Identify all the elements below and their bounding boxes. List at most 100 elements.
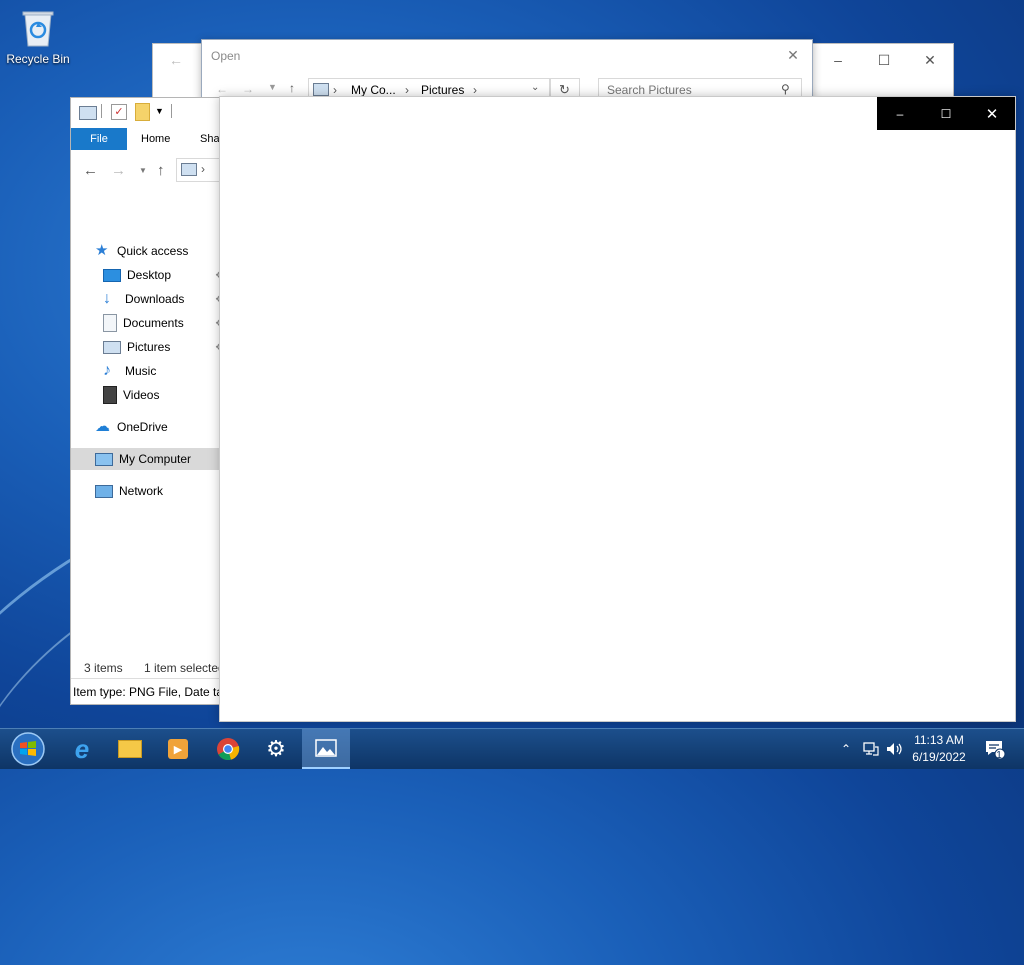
show-hidden-icons-button[interactable]: ⌃ bbox=[838, 729, 854, 769]
nav-label: OneDrive bbox=[117, 420, 168, 434]
up-arrow-icon[interactable]: ↑ bbox=[157, 162, 165, 179]
dialog-title: Open bbox=[211, 49, 241, 63]
notification-count-badge: 1 bbox=[996, 750, 1002, 761]
search-placeholder: Search Pictures bbox=[607, 83, 692, 97]
computer-icon bbox=[95, 452, 113, 466]
folder-icon bbox=[118, 740, 142, 758]
minimize-button[interactable]: – bbox=[877, 97, 923, 130]
nav-label: Videos bbox=[123, 388, 160, 402]
gear-icon: ⚙ bbox=[266, 736, 286, 761]
status-item-count: 3 items bbox=[84, 661, 123, 675]
network-icon bbox=[95, 484, 113, 498]
chrome-icon bbox=[217, 738, 240, 761]
file-explorer-button[interactable] bbox=[106, 729, 154, 769]
nav-label: Pictures bbox=[127, 340, 171, 354]
nav-label: Quick access bbox=[117, 244, 189, 258]
status-selection: 1 item selected bbox=[144, 661, 225, 675]
maximize-button[interactable]: ☐ bbox=[923, 97, 969, 130]
chevron-right-icon: › bbox=[405, 83, 409, 97]
back-arrow-icon[interactable]: ← bbox=[216, 82, 228, 96]
settings-button[interactable]: ⚙ bbox=[252, 729, 300, 769]
film-icon bbox=[103, 386, 117, 404]
maximize-button[interactable]: ☐ bbox=[861, 44, 907, 76]
close-button[interactable]: ✕ bbox=[907, 44, 953, 76]
cloud-icon: ☁ bbox=[95, 418, 110, 435]
nav-my-computer[interactable]: My Computer bbox=[71, 448, 231, 470]
internet-explorer-icon: e bbox=[74, 733, 90, 764]
forward-arrow-icon[interactable]: → bbox=[242, 82, 254, 96]
nav-label: Desktop bbox=[127, 268, 172, 282]
music-icon: ♪ bbox=[103, 362, 111, 379]
pictures-icon bbox=[103, 340, 121, 354]
search-icon[interactable]: ⚲ bbox=[781, 82, 790, 96]
nav-music[interactable]: ♪ Music bbox=[103, 360, 156, 382]
nav-network[interactable]: Network bbox=[95, 480, 163, 502]
customize-toolbar-icon[interactable]: ▼ bbox=[155, 106, 164, 116]
recycle-bin-icon bbox=[21, 8, 55, 48]
chevron-up-icon: ⌃ bbox=[840, 742, 852, 756]
document-icon bbox=[103, 314, 117, 332]
photos-window[interactable]: – ☐ ✕ bbox=[219, 96, 1016, 722]
photos-icon bbox=[315, 739, 337, 757]
windows-logo-icon bbox=[11, 732, 45, 766]
chevron-down-icon[interactable]: ▼ bbox=[268, 82, 277, 92]
nav-onedrive[interactable]: ☁ OneDrive bbox=[95, 416, 168, 438]
forward-arrow-icon[interactable]: → bbox=[111, 162, 126, 179]
chevron-right-icon: › bbox=[333, 83, 337, 97]
action-center-button[interactable]: 1 bbox=[980, 729, 1010, 769]
close-button[interactable]: ✕ bbox=[969, 97, 1015, 130]
clock-time: 11:13 AM bbox=[914, 733, 964, 747]
chevron-right-icon: › bbox=[201, 162, 205, 176]
clock-date: 6/19/2022 bbox=[912, 750, 966, 764]
chevron-right-icon: › bbox=[473, 83, 477, 97]
tab-file[interactable]: File bbox=[71, 128, 127, 150]
divider bbox=[101, 104, 102, 118]
nav-quick-access[interactable]: ★ Quick access bbox=[95, 240, 188, 262]
desktop-icon bbox=[103, 269, 121, 282]
divider bbox=[171, 104, 172, 118]
file-explorer-window[interactable]: ✓ ▼ File Home Sha ← → ▼ ↑ › ★ Quick acce… bbox=[70, 97, 232, 705]
photos-button[interactable] bbox=[302, 729, 350, 769]
up-arrow-icon[interactable]: ↑ bbox=[289, 81, 295, 95]
clock[interactable]: 11:13 AM 6/19/2022 bbox=[900, 732, 978, 766]
recycle-bin-shortcut[interactable]: Recycle Bin bbox=[4, 8, 72, 66]
breadcrumb-item[interactable]: My Co... bbox=[351, 83, 396, 97]
back-arrow-icon[interactable]: ← bbox=[83, 162, 98, 179]
chrome-button[interactable] bbox=[204, 729, 252, 769]
recycle-bin-label: Recycle Bin bbox=[6, 52, 70, 66]
media-player-button[interactable]: ▶ bbox=[154, 729, 202, 769]
breadcrumb-item[interactable]: Pictures bbox=[421, 83, 464, 97]
taskbar: e ▶ ⚙ ⌃ 11:13 AM 6/19/2022 1 bbox=[0, 728, 1024, 769]
pictures-folder-icon bbox=[181, 163, 197, 176]
close-button[interactable]: ✕ bbox=[774, 40, 812, 70]
divider bbox=[71, 678, 231, 679]
chevron-down-icon[interactable]: ▼ bbox=[139, 166, 147, 175]
download-icon: ↓ bbox=[103, 290, 111, 307]
chevron-down-icon[interactable]: ⌄ bbox=[531, 82, 539, 93]
back-arrow-icon[interactable]: ← bbox=[153, 44, 199, 76]
media-player-icon: ▶ bbox=[168, 739, 188, 759]
nav-desktop[interactable]: Desktop bbox=[103, 264, 171, 286]
nav-videos[interactable]: Videos bbox=[103, 384, 159, 406]
open-dialog[interactable]: Open ✕ ← → ▼ ↑ › My Co... › Pictures › ⌄… bbox=[201, 39, 813, 102]
tab-home[interactable]: Home bbox=[141, 128, 170, 150]
start-button[interactable] bbox=[4, 729, 52, 769]
nav-documents[interactable]: Documents bbox=[103, 312, 184, 334]
nav-label: My Computer bbox=[119, 452, 192, 466]
nav-pictures[interactable]: Pictures bbox=[103, 336, 170, 358]
minimize-button[interactable]: – bbox=[815, 44, 861, 76]
nav-label: Documents bbox=[123, 316, 184, 330]
properties-icon[interactable]: ✓ bbox=[111, 104, 127, 120]
details-bar: Item type: PNG File, Date tak bbox=[73, 685, 230, 699]
nav-label: Downloads bbox=[125, 292, 185, 306]
nav-downloads[interactable]: ↓ Downloads bbox=[103, 288, 184, 310]
title-bar-controls: – ☐ ✕ bbox=[877, 97, 1015, 130]
network-status-button[interactable] bbox=[860, 729, 882, 769]
new-folder-icon[interactable] bbox=[135, 103, 150, 121]
tab-share[interactable]: Sha bbox=[200, 128, 220, 150]
ribbon-tabs: File Home Sha bbox=[71, 128, 231, 150]
window-icon bbox=[79, 106, 97, 120]
star-icon: ★ bbox=[95, 242, 109, 259]
network-status-icon bbox=[863, 742, 879, 756]
internet-explorer-button[interactable]: e bbox=[58, 729, 106, 769]
